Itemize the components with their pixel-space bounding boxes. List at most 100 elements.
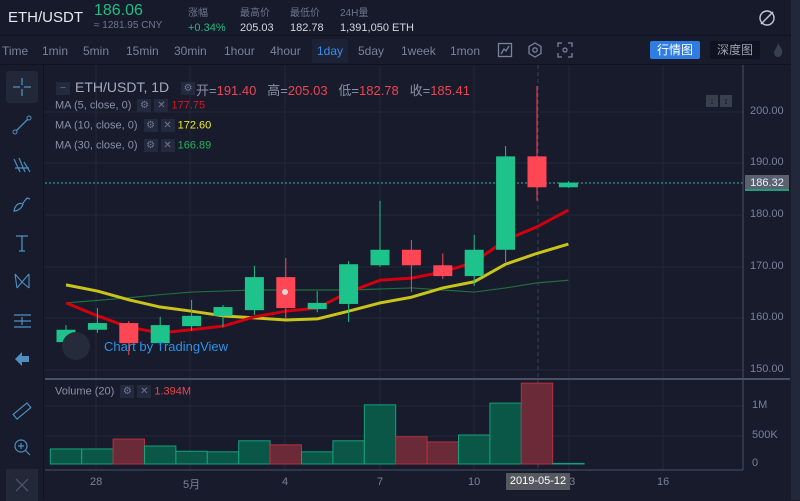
candle-body — [401, 249, 421, 266]
stat-change: 涨幅 +0.34% — [188, 4, 226, 34]
candle-body — [433, 265, 453, 277]
volume-bar — [206, 451, 240, 465]
price-tick: 160.00 — [750, 311, 784, 323]
candle-body — [558, 182, 578, 188]
kline-chart-button[interactable]: 行情图 — [650, 41, 700, 59]
volume-bar — [552, 462, 585, 465]
chart-symbol-title: − ETH/USDT, 1D ⚙ — [56, 79, 196, 95]
price-tick: 200.00 — [750, 105, 784, 117]
trendline-icon — [12, 115, 32, 135]
ma30-settings-icon[interactable]: ⚙ — [143, 139, 158, 152]
measure-tool[interactable] — [6, 395, 38, 427]
ma5-settings-icon[interactable]: ⚙ — [137, 99, 152, 112]
ma10-label: MA (10, close, 0) — [55, 119, 138, 132]
trendline-tool[interactable] — [6, 109, 38, 141]
tradingview-watermark[interactable]: Chart by TradingView — [104, 339, 228, 354]
ma30-remove-icon[interactable]: ✕ — [160, 139, 175, 152]
scale-buttons: ↓ ↕ — [706, 91, 734, 107]
pattern-tool[interactable] — [6, 265, 38, 297]
ma10-settings-icon[interactable]: ⚙ — [143, 119, 158, 132]
volume-remove-icon[interactable]: ✕ — [137, 385, 152, 398]
volume-settings-icon[interactable]: ⚙ — [120, 385, 135, 398]
stat-high: 最高价 205.03 — [240, 4, 274, 34]
settings-icon[interactable] — [527, 42, 543, 58]
stat-value: 1,391,050 ETH — [340, 22, 414, 34]
crosshair-dot — [282, 289, 288, 295]
candle-body — [213, 307, 233, 316]
interval-1hour[interactable]: 1hour — [224, 44, 255, 58]
volume-bar — [363, 404, 397, 465]
volume-bar — [112, 438, 145, 465]
depth-chart-button[interactable]: 深度图 — [710, 41, 760, 59]
interval-1mon[interactable]: 1mon — [450, 44, 480, 58]
interval-15min[interactable]: 15min — [126, 44, 159, 58]
ma10-remove-icon[interactable]: ✕ — [160, 119, 175, 132]
cny-price: ≈ 1281.95 CNY — [94, 20, 163, 31]
fib-tool[interactable] — [6, 305, 38, 337]
stat-label: 24H量 — [340, 8, 369, 19]
volume-bar — [49, 448, 83, 465]
interval-time[interactable]: Time — [2, 44, 28, 58]
ruler-icon — [12, 402, 32, 420]
price-tick: 150.00 — [750, 363, 784, 375]
ma5-value: 177.75 — [171, 99, 206, 112]
interval-30min[interactable]: 30min — [174, 44, 207, 58]
collapse-tool[interactable] — [6, 343, 38, 375]
close-label: 收= — [409, 83, 431, 98]
close-value: 185.41 — [430, 83, 470, 98]
crosshair-icon — [13, 78, 31, 96]
ma30-legend: MA (30, close, 0) ⚙ ✕ 166.89 — [55, 139, 211, 152]
interval-1day[interactable]: 1day — [312, 39, 349, 63]
crosshair-tool[interactable] — [6, 71, 38, 103]
volume-bar — [458, 434, 491, 465]
close-icon — [15, 478, 29, 492]
right-scrollbar[interactable] — [791, 0, 800, 500]
tradingview-logo-icon — [62, 332, 90, 360]
brush-tool[interactable] — [6, 187, 38, 219]
high-label: 高= — [267, 83, 288, 98]
interval-5day[interactable]: 5day — [358, 44, 384, 58]
drawing-toolbar — [0, 65, 44, 501]
ma5-remove-icon[interactable]: ✕ — [154, 99, 169, 112]
fullscreen-icon[interactable] — [557, 42, 573, 58]
stat-label: 最高价 — [240, 8, 270, 19]
candle-body — [527, 156, 547, 188]
stat-label: 涨幅 — [188, 8, 208, 19]
remove-tool[interactable] — [6, 469, 38, 501]
pitchfork-tool[interactable] — [6, 149, 38, 181]
symbol-settings-icon[interactable]: ⚙ — [181, 81, 196, 95]
ma30-label: MA (30, close, 0) — [55, 139, 138, 152]
time-tick: 4 — [282, 476, 289, 488]
low-value: 182.78 — [359, 83, 399, 98]
ma10-value: 172.60 — [177, 119, 212, 132]
candle-body — [87, 323, 107, 330]
crosshair-date-tag: 2019-05-12 — [506, 473, 570, 490]
ma5-legend: MA (5, close, 0) ⚙ ✕ 177.75 — [55, 99, 205, 112]
stat-value: 182.78 — [290, 22, 324, 34]
candle-body — [182, 315, 202, 327]
candle-body — [370, 249, 390, 266]
stat-value: +0.34% — [188, 22, 226, 34]
interval-1week[interactable]: 1week — [401, 44, 436, 58]
volume-tick: 1M — [752, 399, 768, 411]
volume-bar — [301, 451, 334, 465]
volume-legend: Volume (20) ⚙ ✕ 1.394M — [55, 385, 191, 398]
candle-body — [496, 156, 516, 250]
candle-body — [464, 249, 484, 277]
interval-5min[interactable]: 5min — [83, 44, 109, 58]
price-tick: 190.00 — [750, 156, 784, 168]
interval-4hour[interactable]: 4hour — [270, 44, 301, 58]
stat-volume: 24H量 1,391,050 ETH — [340, 4, 414, 34]
fib-icon — [14, 314, 31, 328]
chart-type-icon[interactable] — [497, 42, 513, 58]
text-tool[interactable] — [6, 227, 38, 259]
zoom-tool[interactable] — [6, 431, 38, 463]
scroll-down-icon[interactable]: ↓ — [706, 95, 718, 107]
open-label: 开= — [196, 83, 217, 98]
scale-icon[interactable]: ↕ — [720, 95, 732, 107]
brush-hide-icon[interactable] — [758, 9, 776, 27]
last-price: 186.06 — [94, 2, 143, 19]
interval-1min[interactable]: 1min — [42, 44, 68, 58]
candle-body — [244, 277, 264, 311]
theme-flame-icon[interactable] — [770, 42, 786, 58]
